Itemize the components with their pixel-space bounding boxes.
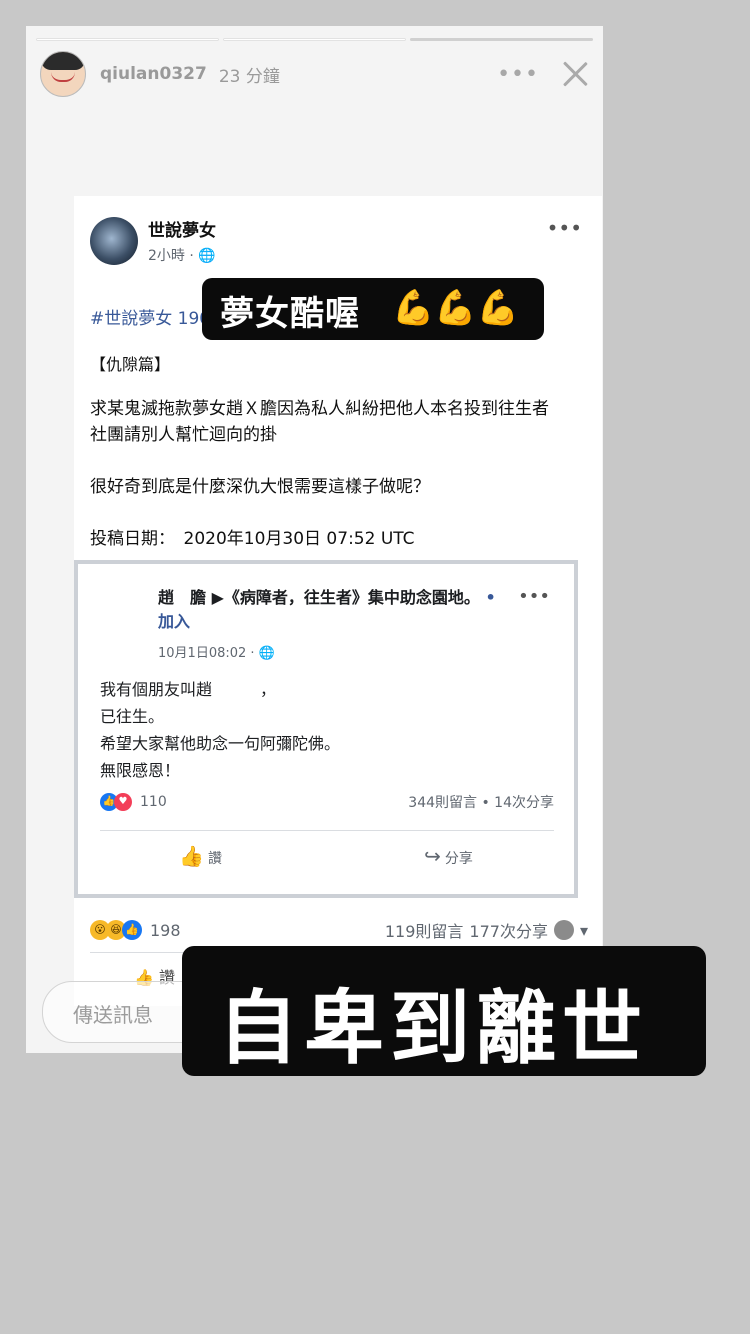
story-frame: qiulan0327 23 分鐘 ••• 世說夢女 2小時 · 🌐 ••• #世… xyxy=(26,26,603,1053)
section-label: 【仇隙篇】 xyxy=(90,355,171,374)
shared-body: 我有個朋友叫趙 ， 已往生。 希望大家幫他助念一句阿彌陀佛。 無限感恩！ xyxy=(100,676,340,784)
comment-count: 119則留言 xyxy=(384,922,464,941)
post-paragraph: 很好奇到底是什麼深仇大恨需要這樣子做呢？ xyxy=(90,477,430,497)
post-paragraph: 求某鬼滅拖款夢女趙Ｘ膽因為私人糾紛把他人本名投到往生者社團請別人幫忙迴向的掛 xyxy=(90,399,549,445)
shared-line: 我有個朋友叫趙 ， xyxy=(100,680,277,699)
text-sticker-bottom: 自卑到離世 xyxy=(182,946,706,1076)
shared-reactions: 👍 ♥ 110 344則留言 • 14次分享 xyxy=(100,792,554,812)
progress-segment xyxy=(410,38,593,41)
comment-share-counts: 344則留言 • 14次分享 xyxy=(408,795,554,811)
shared-line: 已往生。 xyxy=(100,707,165,726)
shared-line: 無限感恩！ xyxy=(100,761,181,780)
share-arrow-icon: ↪ xyxy=(424,844,441,868)
username[interactable]: qiulan0327 xyxy=(100,64,207,84)
reaction-count: 110 xyxy=(140,794,167,810)
post-time: 2小時 · 🌐 xyxy=(148,248,216,264)
story-time: 23 分鐘 xyxy=(218,66,280,87)
thumbs-up-icon: 👍 xyxy=(179,844,204,868)
reaction-count: 198 xyxy=(150,920,181,940)
post-more-icon: ••• xyxy=(546,216,582,240)
sticker-text: 夢女酷喔 xyxy=(220,294,360,334)
like-action: 👍 讚 xyxy=(179,844,222,868)
sticker-text: 自卑到離世 xyxy=(218,982,648,1075)
share-action: ↪ 分享 xyxy=(424,844,473,868)
shared-line: 希望大家幫他助念一句阿彌陀佛。 xyxy=(100,734,341,753)
page-avatar xyxy=(90,216,138,265)
page-name: 世說夢女 xyxy=(148,221,216,241)
post-reactions: 😮 😆 👍 198 119則留言 177次分享 ▾ xyxy=(90,918,588,942)
progress-segment xyxy=(36,38,219,41)
story-header: qiulan0327 23 分鐘 ••• xyxy=(40,51,589,97)
avatar[interactable] xyxy=(40,51,86,97)
shared-post: 趙 膽 ▶《病障者，往生者》集中助念園地。 • 加入 ••• 10月1日08:0… xyxy=(74,560,578,898)
text-sticker-top: 夢女酷喔 💪💪💪 xyxy=(202,278,544,340)
reply-placeholder[interactable]: 傳送訊息 xyxy=(73,999,153,1028)
chevron-down-icon: ▾ xyxy=(579,920,588,940)
divider xyxy=(100,830,554,831)
avatar xyxy=(553,920,574,940)
story-progress xyxy=(36,38,593,41)
progress-segment xyxy=(223,38,406,41)
post-paragraph: 投稿日期： 2020年10月30日 07:52 UTC xyxy=(90,529,415,549)
close-icon[interactable] xyxy=(561,60,589,88)
flexed-biceps-icon: 💪💪💪 xyxy=(392,288,520,328)
love-reaction-icon: ♥ xyxy=(114,793,132,811)
shared-time: 10月1日08:02 · 🌐 xyxy=(158,646,275,661)
more-horizontal-icon[interactable]: ••• xyxy=(497,62,539,87)
post-header: 世說夢女 2小時 · 🌐 xyxy=(90,216,216,265)
shared-author-line: 趙 膽 ▶《病障者，往生者》集中助念園地。 • 加入 xyxy=(158,588,496,631)
like-reaction-icon: 👍 xyxy=(122,920,142,940)
share-count: 177次分享 xyxy=(469,922,548,941)
shared-actions: 👍 讚 ↪ 分享 xyxy=(78,844,574,868)
shared-more-icon: ••• xyxy=(518,586,550,607)
post-body: 求某鬼滅拖款夢女趙Ｘ膽因為私人糾紛把他人本名投到往生者社團請別人幫忙迴向的掛 很… xyxy=(90,396,560,578)
hashtag: #世說夢女 190 xyxy=(90,309,211,329)
